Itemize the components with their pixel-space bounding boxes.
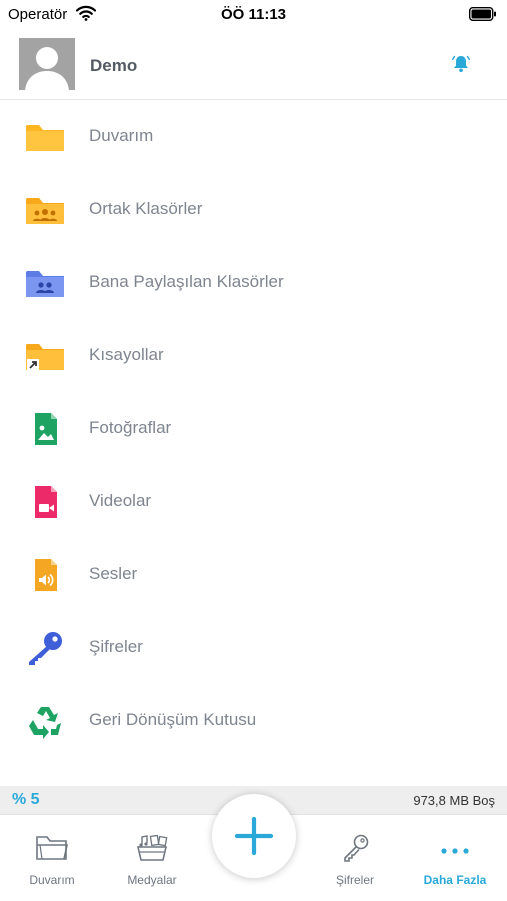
- menu-item-videolar[interactable]: Videolar: [0, 465, 507, 538]
- more-dots-icon: [405, 833, 505, 868]
- menu-item-geri-donusum[interactable]: Geri Dönüşüm Kutusu: [0, 684, 507, 757]
- add-button[interactable]: [212, 794, 296, 878]
- photo-file-icon: [24, 410, 66, 448]
- status-time: ÖÖ 11:13: [220, 6, 287, 23]
- folder-outline-icon: [2, 833, 102, 868]
- audio-file-icon: [24, 556, 66, 594]
- video-file-icon: [24, 483, 66, 521]
- partial-menu-icon: [24, 775, 66, 786]
- tab-sifreler[interactable]: Şifreler: [305, 815, 405, 901]
- menu-item-fotograflar[interactable]: Fotoğraflar: [0, 392, 507, 465]
- folder-icon: [24, 118, 66, 156]
- tab-label: Duvarım: [29, 873, 75, 887]
- menu-item-kisayollar[interactable]: Kısayollar: [0, 319, 507, 392]
- tab-duvarim[interactable]: Duvarım: [2, 815, 102, 901]
- menu-item-sifreler[interactable]: Şifreler: [0, 611, 507, 684]
- shared-folder-icon: [24, 191, 66, 229]
- tab-label: Şifreler: [335, 873, 374, 887]
- menu-item-label: Videolar: [89, 491, 152, 510]
- key-outline-icon: [305, 833, 405, 868]
- menu-list: Duvarım Ortak Klasörler Bana Paylaşılan …: [0, 100, 507, 786]
- storage-used-percent: % 5: [12, 791, 40, 808]
- storage-free-space: 973,8 MB Boş: [413, 793, 495, 808]
- plus-icon: [234, 816, 274, 856]
- menu-item-label: Fotoğraflar: [89, 418, 172, 437]
- tab-daha-fazla[interactable]: Daha Fazla: [405, 815, 505, 901]
- menu-item-label: Duvarım: [89, 126, 154, 145]
- notification-bell-icon[interactable]: [451, 54, 471, 79]
- menu-item-label: Ortak Klasörler: [89, 199, 203, 218]
- profile-header: Demo: [0, 30, 507, 100]
- avatar[interactable]: [19, 38, 75, 90]
- media-icon: [102, 833, 202, 868]
- menu-item-bana-paylasilan[interactable]: Bana Paylaşılan Klasörler: [0, 246, 507, 319]
- tab-medyalar[interactable]: Medyalar: [102, 815, 202, 901]
- tab-label: Daha Fazla: [423, 873, 487, 887]
- menu-item-partial[interactable]: [0, 757, 507, 786]
- menu-item-sesler[interactable]: Sesler: [0, 538, 507, 611]
- tab-label: Medyalar: [127, 873, 177, 887]
- user-name: Demo: [90, 56, 138, 75]
- menu-item-label: Şifreler: [89, 637, 143, 656]
- menu-item-label: Bana Paylaşılan Klasörler: [89, 272, 284, 291]
- key-icon: [24, 629, 66, 667]
- menu-item-label: Geri Dönüşüm Kutusu: [89, 710, 257, 729]
- status-bar: Operatör ÖÖ 11:13: [0, 0, 507, 30]
- menu-item-label: Sesler: [89, 564, 138, 583]
- battery-icon: [468, 6, 497, 26]
- shortcut-folder-icon: [24, 337, 66, 375]
- menu-item-label: Kısayollar: [89, 345, 164, 364]
- shared-with-me-folder-icon: [24, 264, 66, 302]
- recycle-icon: [24, 702, 66, 740]
- menu-item-ortak-klasorler[interactable]: Ortak Klasörler: [0, 173, 507, 246]
- menu-item-duvarim[interactable]: Duvarım: [0, 100, 507, 173]
